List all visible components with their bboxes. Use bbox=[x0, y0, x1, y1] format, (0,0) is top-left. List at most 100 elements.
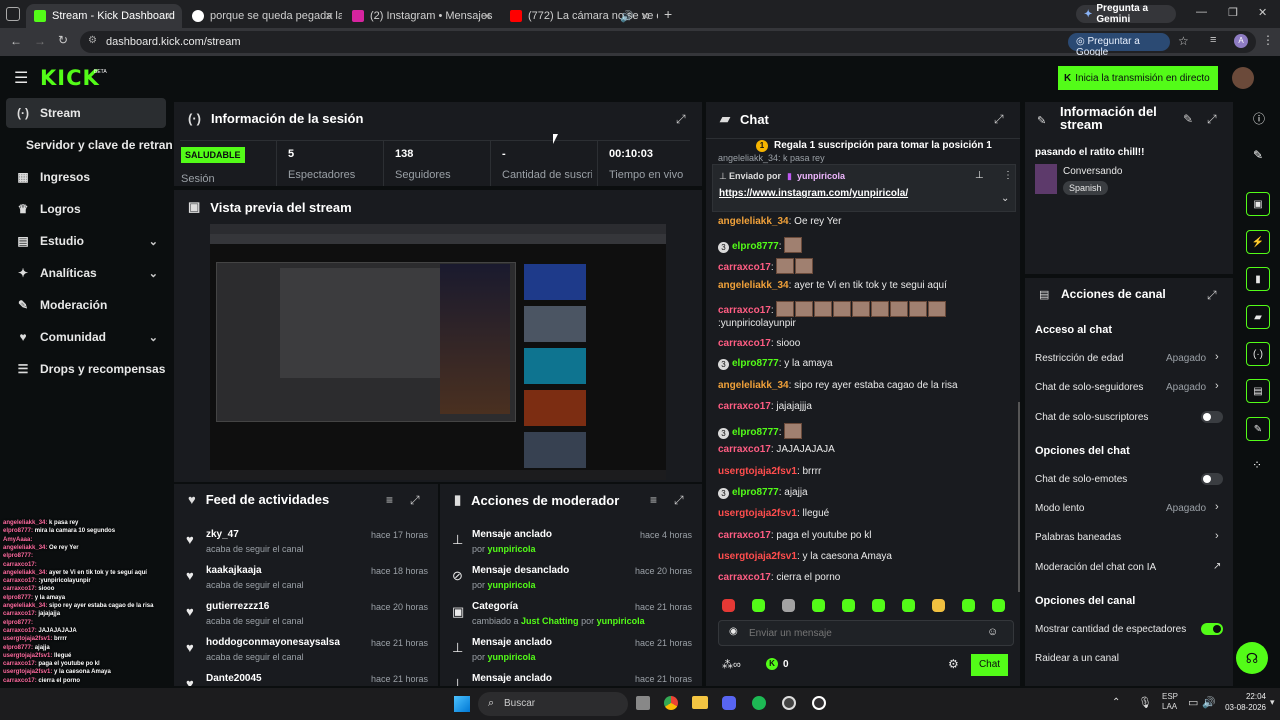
chat-username[interactable]: elpro8777 bbox=[732, 241, 779, 252]
chat-input[interactable] bbox=[749, 625, 979, 641]
task-view-icon[interactable] bbox=[636, 696, 650, 710]
emote-icon[interactable] bbox=[872, 599, 885, 612]
chat-username[interactable]: carraxco17 bbox=[718, 262, 771, 273]
rail-chat-button[interactable]: ▰ bbox=[1246, 305, 1270, 329]
emote-icon[interactable] bbox=[932, 599, 945, 612]
chat-message[interactable]: carraxco17: jajajajjja bbox=[718, 401, 812, 412]
chat-username[interactable]: usergtojaja2fsv1 bbox=[718, 551, 797, 562]
rail-preview-button[interactable]: ▣ bbox=[1246, 192, 1270, 216]
chevron-down-icon[interactable]: ⌄ bbox=[149, 235, 158, 248]
chat-username[interactable]: angeleliakk_34 bbox=[718, 280, 789, 291]
chat-message[interactable]: usergtojaja2fsv1: llegué bbox=[718, 508, 829, 519]
chat-username[interactable]: elpro8777 bbox=[732, 487, 779, 498]
chat-username[interactable]: usergtojaja2fsv1 bbox=[718, 466, 797, 477]
setting-age-restriction[interactable]: Restricción de edad bbox=[1035, 353, 1123, 364]
sidebar-item-stream[interactable]: (·) Stream bbox=[6, 98, 166, 128]
list-item[interactable]: ⊥ Mensaje anclado hace 21 horas bbox=[440, 670, 702, 686]
filter-icon[interactable]: ≡ bbox=[386, 493, 393, 507]
setting-slow-mode[interactable]: Modo lento bbox=[1035, 503, 1084, 514]
chat-username[interactable]: angeleliakk_34 bbox=[718, 380, 789, 391]
emote-icon[interactable] bbox=[992, 599, 1005, 612]
edit-pencil-icon[interactable]: ✎ bbox=[1183, 112, 1193, 126]
maximize-icon[interactable]: ❐ bbox=[1228, 6, 1238, 19]
expand-icon[interactable]: ⤢ bbox=[1207, 112, 1217, 127]
rail-session-button[interactable]: (·) bbox=[1246, 342, 1270, 366]
sidebar-item-drops[interactable]: ☰ Drops y recompensas bbox=[6, 354, 166, 384]
tab-search[interactable]: porque se queda pegada la cam ✕ bbox=[184, 4, 342, 28]
emote-icon[interactable] bbox=[722, 599, 735, 612]
hamburger-menu-icon[interactable]: ☰ bbox=[14, 68, 28, 88]
microphone-icon[interactable]: 🎙 bbox=[1138, 696, 1152, 709]
sidebar-item-ingresos[interactable]: ▦ Ingresos bbox=[6, 162, 166, 192]
chat-message[interactable]: 3 elpro8777: bbox=[718, 237, 803, 253]
more-widgets-icon[interactable]: ⁘ bbox=[1252, 458, 1262, 472]
chat-message[interactable]: carraxco17: bbox=[718, 301, 947, 317]
gemini-button[interactable]: ✦ Pregunta a Gemini bbox=[1076, 3, 1176, 25]
filter-icon[interactable]: ≡ bbox=[650, 493, 657, 507]
chat-message[interactable]: angeleliakk_34: ayer te Vi en tik tok y … bbox=[718, 280, 947, 291]
network-icon[interactable]: ▭ bbox=[1188, 696, 1198, 709]
list-item[interactable]: ♥ kaakajkaaja acaba de seguir el canal h… bbox=[174, 562, 438, 598]
user-avatar[interactable] bbox=[1232, 67, 1254, 89]
close-tab-icon[interactable]: ✕ bbox=[483, 10, 492, 23]
chevron-right-icon[interactable]: › bbox=[1215, 530, 1219, 542]
emote-icon[interactable] bbox=[812, 599, 825, 612]
clock[interactable]: 22:04 03-08-2026 bbox=[1222, 691, 1266, 713]
setting-raid-channel[interactable]: Raidear a un canal bbox=[1035, 653, 1119, 664]
emote-icon[interactable] bbox=[902, 599, 915, 612]
expand-icon[interactable]: ⤢ bbox=[410, 493, 420, 508]
mod-user[interactable]: yunpiricola bbox=[597, 616, 645, 626]
chat-message[interactable]: :yunpiricolayunpir bbox=[718, 318, 796, 329]
show-viewers-toggle[interactable] bbox=[1201, 623, 1223, 635]
list-item[interactable]: ♥ hoddogconmayonesaysalsa acaba de segui… bbox=[174, 634, 438, 670]
chat-username[interactable]: elpro8777 bbox=[732, 358, 779, 369]
pinned-message[interactable]: ⊥ Enviado por ▮ yunpiricola ⊥ ⋮ https://… bbox=[712, 164, 1016, 212]
tab-search-icon[interactable] bbox=[6, 7, 20, 21]
notifications-icon[interactable]: ▾ bbox=[1270, 697, 1275, 708]
chat-input-box[interactable]: ◉ ☺ bbox=[718, 620, 1014, 646]
file-explorer-icon[interactable] bbox=[692, 696, 708, 709]
list-item[interactable]: ⊘ Mensaje desanclado por yunpiricola hac… bbox=[440, 562, 702, 598]
chat-username[interactable]: carraxco17 bbox=[718, 572, 771, 583]
sidebar-item-analiticas[interactable]: ✦ Analíticas ⌄ bbox=[6, 258, 166, 288]
chat-message[interactable]: usergtojaja2fsv1: brrrr bbox=[718, 466, 821, 477]
reload-icon[interactable]: ↻ bbox=[58, 33, 68, 47]
close-window-icon[interactable]: ✕ bbox=[1258, 6, 1267, 19]
more-options-icon[interactable]: ⋮ bbox=[1003, 170, 1013, 181]
list-item[interactable]: ⊥ Mensaje anclado por yunpiricola hace 2… bbox=[440, 634, 702, 670]
external-link-icon[interactable]: ↗ bbox=[1213, 561, 1221, 572]
list-item[interactable]: ♥ Dante20045 hace 21 horas bbox=[174, 670, 438, 686]
chat-username[interactable]: carraxco17 bbox=[718, 444, 771, 455]
tab-youtube[interactable]: (772) La cámara no se ve en 🔊 ✕ bbox=[502, 4, 658, 28]
windows-start-icon[interactable] bbox=[454, 696, 470, 712]
chat-message[interactable]: carraxco17: paga el youtube po kl bbox=[718, 530, 871, 541]
list-item[interactable]: ♥ zky_47 acaba de seguir el canal hace 1… bbox=[174, 526, 438, 562]
mod-user[interactable]: yunpiricola bbox=[488, 544, 536, 554]
chat-settings-gear-icon[interactable]: ⚙ bbox=[948, 657, 959, 671]
sidebar-item-comunidad[interactable]: ♥ Comunidad ⌄ bbox=[6, 322, 166, 352]
emote-icon[interactable] bbox=[782, 599, 795, 612]
spotify-icon[interactable] bbox=[752, 696, 766, 710]
expand-icon[interactable]: ⤢ bbox=[994, 112, 1004, 127]
chat-rules-icon[interactable]: ⁂∞ bbox=[722, 658, 741, 671]
back-icon[interactable]: ← bbox=[10, 34, 22, 48]
chat-username[interactable]: carraxco17 bbox=[718, 305, 771, 316]
edit-icon[interactable]: ✎ bbox=[1253, 148, 1263, 162]
emote-icon[interactable] bbox=[842, 599, 855, 612]
emotes-only-toggle[interactable] bbox=[1201, 473, 1223, 485]
obs-icon[interactable] bbox=[812, 696, 826, 710]
list-item[interactable]: ⊥ Mensaje anclado por yunpiricola hace 4… bbox=[440, 526, 702, 562]
start-stream-button[interactable]: K Inicia la transmisión en directo bbox=[1058, 66, 1218, 90]
mod-user[interactable]: yunpiricola bbox=[488, 580, 536, 590]
chevron-right-icon[interactable]: › bbox=[1215, 501, 1219, 513]
reading-list-icon[interactable]: ≡ bbox=[1210, 34, 1216, 46]
chat-message[interactable]: usergtojaja2fsv1: y la caesona Amaya bbox=[718, 551, 892, 562]
subs-only-toggle[interactable] bbox=[1201, 411, 1223, 423]
rail-stream-info-button[interactable]: ✎ bbox=[1246, 417, 1270, 441]
emote-icon[interactable] bbox=[962, 599, 975, 612]
close-tab-icon[interactable]: ✕ bbox=[165, 10, 174, 23]
tab-instagram[interactable]: (2) Instagram • Mensajes ✕ bbox=[344, 4, 500, 28]
setting-followers-only[interactable]: Chat de solo-seguidores bbox=[1035, 382, 1143, 393]
chat-username[interactable]: carraxco17 bbox=[718, 338, 771, 349]
chat-message[interactable]: 3 elpro8777: ajajja bbox=[718, 487, 808, 499]
